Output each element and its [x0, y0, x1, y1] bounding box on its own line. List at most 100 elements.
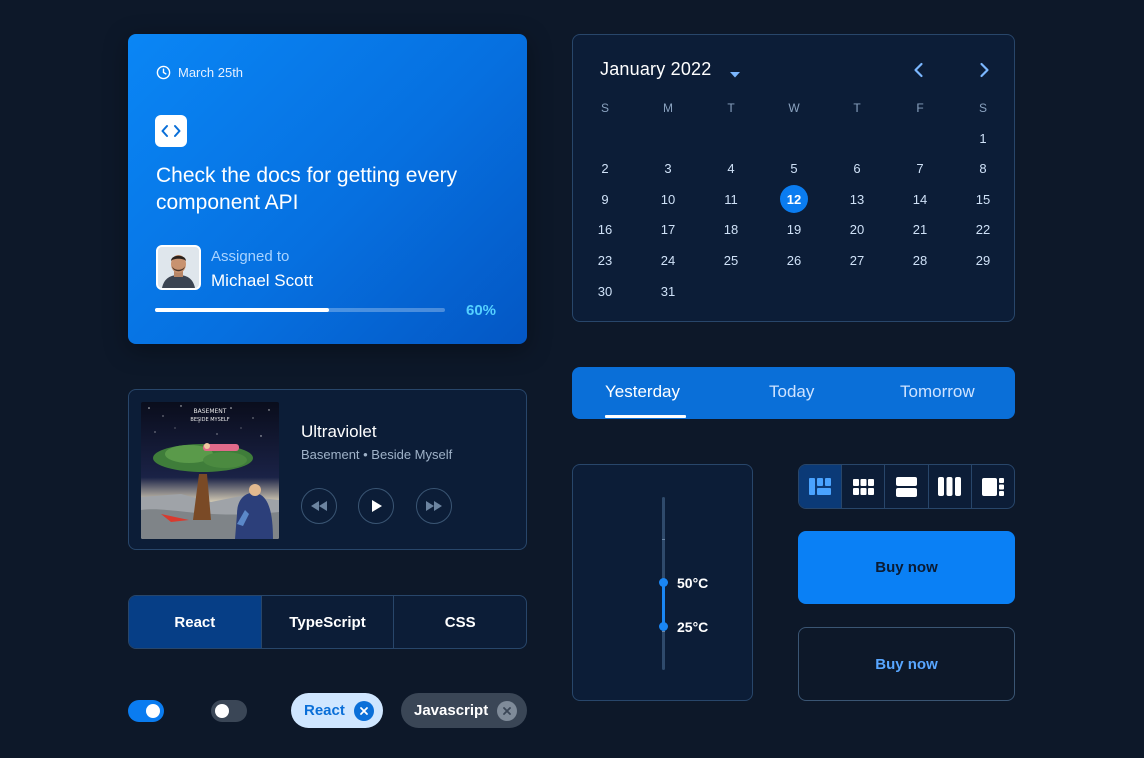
avatar — [156, 245, 201, 290]
task-card: March 25th Check the docs for getting ev… — [128, 34, 527, 344]
play-icon — [371, 500, 382, 512]
calendar-day[interactable]: 19 — [780, 216, 808, 244]
weekday-header: F — [916, 101, 924, 115]
progress-bar — [155, 308, 445, 312]
calendar-month-title[interactable]: January 2022 — [600, 59, 711, 80]
tab-css[interactable]: CSS — [393, 596, 526, 648]
toggle-switch-off[interactable] — [211, 700, 247, 722]
buy-now-button-outline[interactable]: Buy now — [798, 627, 1015, 701]
columns-layout-icon — [938, 477, 962, 496]
play-button[interactable] — [358, 488, 394, 524]
task-title: Check the docs for getting every compone… — [156, 164, 458, 214]
layout-button-grid[interactable] — [841, 465, 884, 508]
calendar-day[interactable]: 31 — [654, 277, 682, 305]
calendar-day[interactable]: 30 — [591, 277, 619, 305]
calendar-day[interactable]: 8 — [969, 155, 997, 183]
calendar-day[interactable]: 18 — [717, 216, 745, 244]
calendar-day[interactable]: 5 — [780, 155, 808, 183]
chip-react[interactable]: React — [291, 693, 383, 728]
calendar-day[interactable]: 23 — [591, 246, 619, 274]
progress-label: 60% — [466, 302, 497, 319]
weekday-header: S — [600, 101, 609, 115]
layout-button-dashboard[interactable] — [799, 465, 842, 508]
rows-layout-icon — [896, 476, 917, 497]
temperature-lower-label: 25°C — [677, 619, 709, 635]
chevron-left-icon[interactable] — [909, 60, 929, 80]
calendar: January 2022 S M T W T F S 1 2 3 4 5 6 7 8 9 10 11 12 13 14 1… — [572, 34, 1015, 322]
calendar-day[interactable]: 4 — [717, 155, 745, 183]
calendar-day[interactable]: 3 — [654, 155, 682, 183]
weekday-header: T — [727, 101, 735, 115]
calendar-day[interactable]: 26 — [780, 246, 808, 274]
tab-tomorrow[interactable]: Tomorrow — [900, 382, 975, 402]
calendar-day[interactable]: 7 — [906, 155, 934, 183]
tab-today[interactable]: Today — [769, 382, 814, 402]
calendar-day-selected[interactable]: 12 — [780, 185, 808, 214]
close-icon[interactable] — [497, 700, 518, 721]
calendar-day[interactable]: 15 — [969, 185, 997, 213]
calendar-day[interactable]: 24 — [654, 246, 682, 274]
music-player: BASEMENT BESIDE MYSELF Ultraviolet Basem… — [128, 389, 527, 550]
calendar-day[interactable]: 22 — [969, 216, 997, 244]
weekday-header: T — [853, 101, 861, 115]
calendar-day[interactable]: 14 — [906, 185, 934, 213]
chip-label: React — [304, 702, 345, 719]
sidebar-layout-icon — [981, 477, 1004, 496]
slider-tick — [662, 539, 665, 540]
rewind-button[interactable] — [301, 488, 337, 524]
layout-button-columns[interactable] — [927, 465, 971, 508]
calendar-day[interactable]: 2 — [591, 155, 619, 183]
weekday-header: S — [978, 101, 987, 115]
calendar-day[interactable]: 27 — [843, 246, 871, 274]
fast-forward-icon — [426, 501, 442, 511]
slider-thumb-lower[interactable] — [659, 622, 668, 631]
calendar-day[interactable]: 17 — [654, 216, 682, 244]
calendar-day[interactable]: 29 — [969, 246, 997, 274]
calendar-day[interactable]: 25 — [717, 246, 745, 274]
song-meta: Basement • Beside Myself — [301, 447, 453, 462]
weekday-header: M — [663, 101, 673, 115]
slider-range — [662, 582, 665, 626]
calendar-day[interactable]: 11 — [717, 185, 745, 213]
chip-label: Javascript — [414, 702, 489, 719]
toggle-knob — [215, 704, 229, 718]
chip-javascript[interactable]: Javascript — [401, 693, 527, 728]
calendar-day[interactable]: 6 — [843, 155, 871, 183]
calendar-day[interactable]: 16 — [591, 216, 619, 244]
layout-switcher — [798, 464, 1015, 509]
song-title: Ultraviolet — [301, 422, 377, 441]
tab-yesterday[interactable]: Yesterday — [605, 382, 680, 402]
toggle-switch-on[interactable] — [128, 700, 164, 722]
toggle-knob — [146, 704, 160, 718]
chevron-right-icon[interactable] — [974, 60, 994, 80]
grid-layout-icon — [852, 478, 874, 495]
calendar-day[interactable]: 20 — [843, 216, 871, 244]
assigned-to-label: Assigned to — [211, 248, 290, 265]
rewind-icon — [311, 501, 327, 511]
calendar-day[interactable]: 10 — [654, 185, 682, 213]
slider-thumb-upper[interactable] — [659, 578, 668, 587]
calendar-day[interactable]: 28 — [906, 246, 934, 274]
calendar-day[interactable]: 1 — [969, 124, 997, 152]
task-date: March 25th — [156, 65, 243, 80]
tab-typescript[interactable]: TypeScript — [260, 596, 394, 648]
close-icon[interactable] — [353, 700, 374, 721]
dashboard-layout-icon — [809, 478, 832, 495]
active-tab-indicator — [605, 415, 686, 418]
clock-icon — [156, 65, 171, 80]
fast-forward-button[interactable] — [416, 488, 452, 524]
chevron-down-icon[interactable] — [729, 66, 741, 84]
calendar-day[interactable]: 13 — [843, 185, 871, 213]
layout-button-sidebar[interactable] — [970, 465, 1014, 508]
calendar-day[interactable]: 9 — [591, 185, 619, 213]
assignee-name: Michael Scott — [211, 271, 314, 290]
progress-fill — [155, 308, 329, 312]
tab-react[interactable]: React — [129, 596, 261, 648]
calendar-day[interactable]: 21 — [906, 216, 934, 244]
day-tabs: Yesterday Today Tomorrow — [572, 367, 1015, 419]
album-text-title: BESIDE MYSELF — [190, 417, 229, 423]
weekday-header: W — [788, 101, 800, 115]
buy-now-button-primary[interactable]: Buy now — [798, 531, 1015, 604]
layout-button-rows[interactable] — [884, 465, 927, 508]
temperature-slider-panel: 50°C 25°C — [572, 464, 753, 701]
